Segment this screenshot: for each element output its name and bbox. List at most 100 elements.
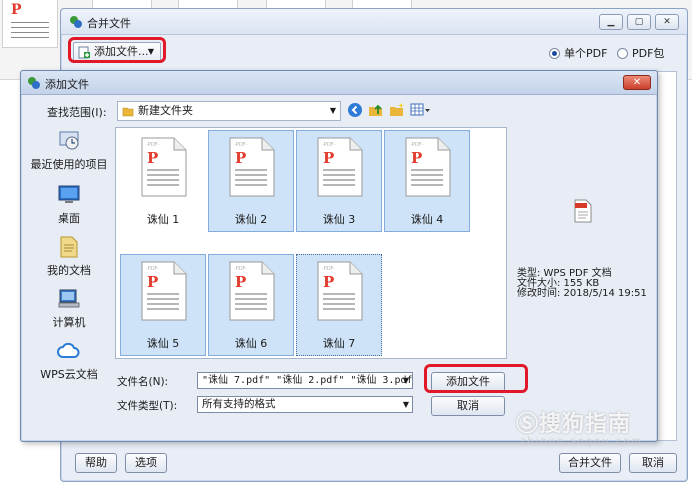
pdf-document-icon: -PDF-P [229, 261, 275, 321]
preview-modified: 修改时间: 2018/5/14 19:51 [517, 288, 647, 299]
file-name-label: 诛仙 4 [410, 213, 444, 226]
merge-app-icon [28, 77, 40, 89]
pdf-logo-letter: P [235, 273, 246, 291]
file-item[interactable]: -PDF- P 诛仙 6 [208, 254, 294, 356]
chevron-down-icon: ▼ [147, 47, 154, 56]
sogou-logo-icon: Ⓢ [516, 412, 540, 437]
merge-window-title: 合并文件 [87, 17, 131, 30]
filetype-select[interactable]: 所有支持的格式 ▼ [197, 396, 413, 413]
mode-single-pdf-label: 单个PDF [564, 47, 608, 60]
radio-pdf-package[interactable] [617, 47, 628, 59]
pdf-badge-text: -PDF- [322, 266, 336, 272]
desktop-icon [58, 185, 80, 203]
chevron-down-icon[interactable]: ▼ [403, 373, 409, 388]
add-file-menu-label: 添加文件... [94, 45, 149, 58]
new-folder-icon[interactable] [389, 102, 405, 118]
pdf-logo-letter: P [411, 149, 422, 167]
pdf-badge-text: -PDF- [146, 142, 160, 148]
file-item[interactable]: -PDF- P 诛仙 7 [296, 254, 382, 356]
close-button[interactable]: ✕ [655, 14, 679, 30]
place-computer[interactable]: 计算机 [27, 287, 111, 330]
pdf-logo-letter: P [235, 149, 246, 167]
pdf-logo-letter: P [147, 149, 158, 167]
file-item[interactable]: -PDF- P 诛仙 5 [120, 254, 206, 356]
mode-pdf-package-label: PDF包 [632, 47, 665, 60]
mode-pdf-package-option[interactable]: PDF包 [617, 45, 664, 61]
file-name-label: 诛仙 3 [322, 213, 356, 226]
place-recent-items[interactable]: 最近使用的项目 [27, 129, 111, 172]
merge-window-titlebar: 合并文件 ▁ ▢ ✕ [61, 9, 687, 35]
dialog-title: 添加文件 [45, 78, 89, 91]
file-item[interactable]: -PDF- P 诛仙 3 [296, 130, 382, 232]
help-button[interactable]: 帮助 [75, 453, 117, 473]
dialog-cancel-button[interactable]: 取消 [431, 396, 505, 416]
cloud-icon [57, 342, 80, 358]
dialog-titlebar: 添加文件 ✕ [21, 71, 657, 95]
filename-input[interactable]: "诛仙 7.pdf" "诛仙 2.pdf" "诛仙 3.pdf" ▼ [197, 372, 413, 389]
places-bar: 最近使用的项目 桌面 我的文档 计算机 WPS云文档 [27, 127, 111, 387]
documents-icon [60, 236, 78, 258]
merge-files-button[interactable]: 合并文件 [559, 453, 621, 473]
file-item[interactable]: -PDF- P 诛仙 2 [208, 130, 294, 232]
radio-single-pdf[interactable] [549, 47, 560, 59]
maximize-button[interactable]: ▢ [627, 14, 651, 30]
pdf-badge-text: -PDF- [410, 142, 424, 148]
file-preview-info: 类型: WPS PDF 文档 文件大小: 155 KB 修改时间: 2018/5… [517, 269, 647, 299]
options-button[interactable]: 选项 [125, 453, 167, 473]
pdf-badge-text: -PDF- [234, 142, 248, 148]
filetype-label: 文件类型(T): [117, 400, 178, 412]
pdf-badge-text: -PDF- [322, 142, 336, 148]
file-item[interactable]: -PDF- P 诛仙 1 [120, 130, 206, 232]
merge-toolbar: 添加文件... ▼ 单个PDF PDF包 [61, 36, 687, 70]
merge-cancel-button[interactable]: 取消 [629, 453, 677, 473]
add-file-icon [78, 46, 90, 59]
pdf-document-icon: -PDF-P [317, 137, 363, 197]
pdf-logo-letter: P [323, 273, 334, 291]
back-icon[interactable] [347, 102, 363, 118]
up-folder-icon[interactable] [368, 102, 384, 118]
look-in-dropdown[interactable]: 新建文件夹 ▼ [117, 101, 341, 121]
file-item[interactable]: -PDF- P 诛仙 4 [384, 130, 470, 232]
view-menu-icon[interactable] [410, 102, 432, 118]
look-in-value: 新建文件夹 [138, 104, 193, 117]
add-file-button[interactable]: 添加文件 [431, 372, 505, 392]
pdf-badge-text: -PDF- [234, 266, 248, 272]
pdf-logo-letter: P [323, 149, 334, 167]
file-name-label: 诛仙 1 [146, 213, 180, 226]
place-wps-cloud[interactable]: WPS云文档 [27, 339, 111, 382]
file-name-label: 诛仙 6 [234, 337, 268, 350]
place-desktop[interactable]: 桌面 [27, 183, 111, 226]
sogou-watermark-url: zhinan.sogou.com [520, 436, 644, 447]
sogou-watermark: Ⓢ搜狗指南 [516, 412, 632, 437]
add-file-menu-button[interactable]: 添加文件... ▼ [73, 42, 161, 62]
filename-value: "诛仙 7.pdf" "诛仙 2.pdf" "诛仙 3.pdf" [202, 375, 413, 386]
file-name-label: 诛仙 2 [234, 213, 268, 226]
dialog-close-button[interactable]: ✕ [623, 75, 651, 90]
pdf-document-icon: -PDF-P [405, 137, 451, 197]
mode-single-pdf-option[interactable]: 单个PDF [549, 45, 607, 61]
background-pdf-thumbnail: P [2, 0, 58, 48]
pdf-document-icon: -PDF-P [229, 137, 275, 197]
file-name-label: 诛仙 7 [322, 337, 356, 350]
pdf-document-icon: -PDF-P [317, 261, 363, 321]
merge-app-icon [70, 16, 82, 28]
filename-label: 文件名(N): [117, 376, 169, 388]
recent-items-icon [59, 131, 79, 150]
pdf-badge-text: -PDF- [146, 266, 160, 272]
place-my-documents[interactable]: 我的文档 [27, 235, 111, 278]
computer-icon [58, 289, 80, 308]
chevron-down-icon: ▼ [329, 106, 336, 115]
add-file-dialog: 添加文件 ✕ 查找范围(I): 新建文件夹 ▼ 最近使用的项目 桌面 我的文档 … [20, 70, 658, 442]
file-list-pane[interactable]: -PDF- P 诛仙 1 -PDF- P 诛仙 2 -PDF- P 诛仙 3 -PDF- P 诛仙 4… [115, 127, 507, 359]
pdf-document-icon: -PDF-P [141, 137, 187, 197]
filetype-value: 所有支持的格式 [202, 398, 276, 410]
chevron-down-icon: ▼ [402, 400, 409, 409]
look-in-label: 查找范围(I): [47, 106, 107, 119]
pdf-file-icon [574, 199, 592, 223]
file-name-label: 诛仙 5 [146, 337, 180, 350]
pdf-document-icon: -PDF-P [141, 261, 187, 321]
minimize-button[interactable]: ▁ [599, 14, 623, 30]
merge-bottom-bar: 帮助 选项 合并文件 取消 [61, 443, 687, 481]
navigation-tools [347, 102, 432, 118]
folder-icon [122, 107, 134, 117]
